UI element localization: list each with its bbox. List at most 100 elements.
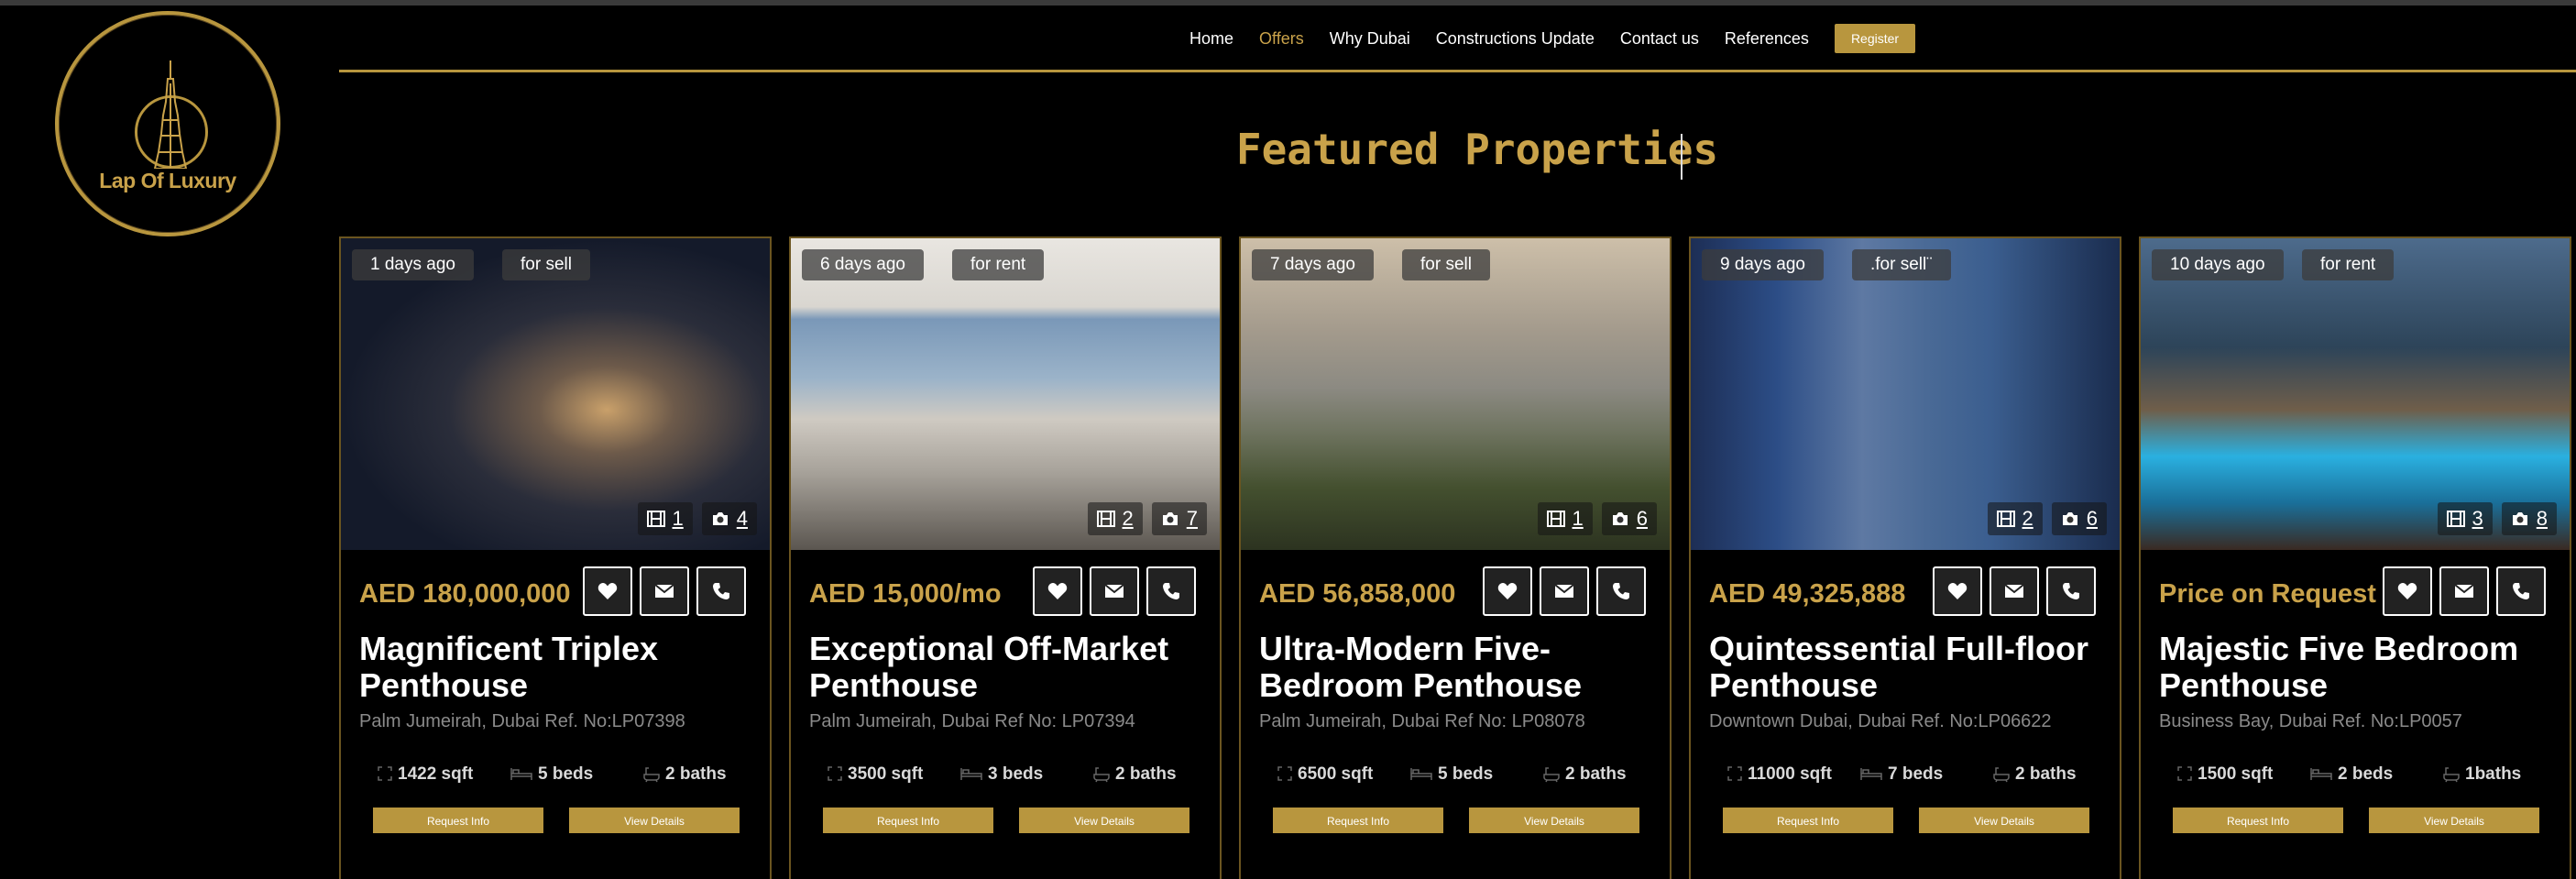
property-photo[interactable]: 10 days ago for rent 3 8 — [2141, 238, 2570, 550]
nav-constructions-update[interactable]: Constructions Update — [1436, 29, 1595, 49]
call-button[interactable] — [1596, 566, 1646, 616]
register-button[interactable]: Register — [1834, 24, 1916, 53]
favorite-button[interactable] — [1483, 566, 1532, 616]
view-details-button[interactable]: View Details — [2368, 807, 2540, 834]
email-button[interactable] — [2439, 566, 2489, 616]
favorite-button[interactable] — [2383, 566, 2432, 616]
email-button[interactable] — [640, 566, 689, 616]
property-title[interactable]: Exceptional Off-Market Penthouse — [809, 631, 1194, 704]
beds-feature: 5 beds — [510, 764, 643, 785]
property-photo[interactable]: 1 days ago for sell 1 4 — [341, 238, 770, 550]
video-count-value: 2 — [2022, 507, 2033, 530]
camera-icon — [2062, 512, 2077, 525]
photo-count[interactable]: 6 — [1601, 502, 1657, 535]
favorite-button[interactable] — [1933, 566, 1982, 616]
bed-icon — [2310, 768, 2332, 780]
photo-count[interactable]: 4 — [701, 502, 757, 535]
envelope-icon — [654, 584, 674, 598]
bath-icon — [1093, 767, 1110, 783]
media-counts: 2 7 — [1079, 502, 1207, 535]
email-button[interactable] — [1540, 566, 1589, 616]
nav-home[interactable]: Home — [1189, 29, 1233, 49]
video-count[interactable]: 2 — [1987, 502, 2043, 535]
area-value: 1422 sqft — [398, 764, 474, 784]
call-button[interactable] — [2046, 566, 2096, 616]
email-button[interactable] — [1990, 566, 2039, 616]
baths-feature: 2 baths — [643, 764, 727, 785]
nav-offers[interactable]: Offers — [1259, 29, 1304, 49]
property-title[interactable]: Quintessential Full-floor Penthouse — [1709, 631, 2094, 704]
area-feature: 11000 sqft — [1727, 764, 1860, 785]
favorite-button[interactable] — [583, 566, 632, 616]
baths-feature: 1baths — [2443, 764, 2521, 785]
property-card-1[interactable]: 1 days ago for sell 1 4 AED 180,000,000 … — [339, 236, 772, 879]
photo-count[interactable]: 8 — [2501, 502, 2557, 535]
property-photo[interactable]: 6 days ago for rent 2 7 — [791, 238, 1220, 550]
property-card-2[interactable]: 6 days ago for rent 2 7 AED 15,000/mo Ex… — [789, 236, 1222, 879]
call-button[interactable] — [1146, 566, 1196, 616]
baths-value: 2 baths — [1565, 764, 1627, 784]
site-logo[interactable]: Lap Of Luxury — [55, 11, 280, 236]
phone-icon — [1613, 583, 1629, 599]
email-button[interactable] — [1090, 566, 1139, 616]
nav-contact-us[interactable]: Contact us — [1620, 29, 1699, 49]
request-info-button[interactable]: Request Info — [1722, 807, 1894, 834]
property-title[interactable]: Magnificent Triplex Penthouse — [359, 631, 744, 704]
baths-feature: 2 baths — [1993, 764, 2077, 785]
video-count-value: 3 — [2472, 507, 2483, 530]
bed-icon — [960, 768, 982, 780]
expand-icon — [378, 766, 392, 781]
request-info-button[interactable]: Request Info — [822, 807, 994, 834]
card-actions — [1025, 566, 1196, 616]
property-card-3[interactable]: 7 days ago for sell 1 6 AED 56,858,000 U… — [1239, 236, 1672, 879]
property-title[interactable]: Majestic Five Bedroom Penthouse — [2159, 631, 2544, 704]
video-count[interactable]: 3 — [2437, 502, 2493, 535]
request-info-button[interactable]: Request Info — [2172, 807, 2344, 834]
call-button[interactable] — [696, 566, 746, 616]
property-photo[interactable]: 9 days ago .for sell¨ 2 6 — [1691, 238, 2120, 550]
property-features: 1500 sqft 2 beds 1baths — [2177, 764, 2544, 785]
heart-icon — [1497, 583, 1518, 599]
property-card-4[interactable]: 9 days ago .for sell¨ 2 6 AED 49,325,888… — [1689, 236, 2121, 879]
property-card-5[interactable]: 10 days ago for rent 3 8 Price on Reques… — [2139, 236, 2571, 879]
baths-value: 2 baths — [665, 764, 727, 784]
video-count-value: 2 — [1122, 507, 1134, 530]
listing-age-badge: 7 days ago — [1252, 249, 1374, 280]
property-title[interactable]: Ultra-Modern Five-Bedroom Penthouse — [1259, 631, 1644, 704]
film-icon — [2446, 511, 2465, 527]
area-value: 11000 sqft — [1748, 764, 1832, 784]
video-count[interactable]: 2 — [1087, 502, 1143, 535]
view-details-button[interactable]: View Details — [568, 807, 740, 834]
envelope-icon — [2454, 584, 2474, 598]
view-details-button[interactable]: View Details — [1018, 807, 1190, 834]
photo-count[interactable]: 6 — [2051, 502, 2107, 535]
listing-age-badge: 6 days ago — [802, 249, 924, 280]
property-price: AED 49,325,888 — [1709, 579, 1906, 609]
call-button[interactable] — [2496, 566, 2546, 616]
video-count[interactable]: 1 — [1537, 502, 1593, 535]
listing-age-badge: 10 days ago — [2152, 249, 2284, 280]
nav-why-dubai[interactable]: Why Dubai — [1330, 29, 1410, 49]
photo-count-value: 6 — [2086, 507, 2098, 530]
beds-value: 5 beds — [538, 764, 594, 784]
view-details-button[interactable]: View Details — [1918, 807, 2090, 834]
bed-icon — [1410, 768, 1432, 780]
request-info-button[interactable]: Request Info — [372, 807, 544, 834]
bath-icon — [1543, 767, 1560, 783]
expand-icon — [1727, 766, 1742, 781]
request-info-button[interactable]: Request Info — [1272, 807, 1444, 834]
beds-feature: 5 beds — [1410, 764, 1543, 785]
baths-value: 2 baths — [2015, 764, 2077, 784]
favorite-button[interactable] — [1033, 566, 1082, 616]
beds-value: 2 beds — [2338, 764, 2394, 784]
nav-references[interactable]: References — [1725, 29, 1809, 49]
view-details-button[interactable]: View Details — [1468, 807, 1640, 834]
main-nav: Home Offers Why Dubai Constructions Upda… — [1189, 24, 1916, 53]
property-photo[interactable]: 7 days ago for sell 1 6 — [1241, 238, 1670, 550]
bath-icon — [2443, 767, 2460, 783]
text-caret — [1681, 134, 1683, 180]
phone-icon — [2513, 583, 2529, 599]
camera-icon — [1162, 512, 1178, 525]
photo-count[interactable]: 7 — [1151, 502, 1207, 535]
video-count[interactable]: 1 — [637, 502, 693, 535]
